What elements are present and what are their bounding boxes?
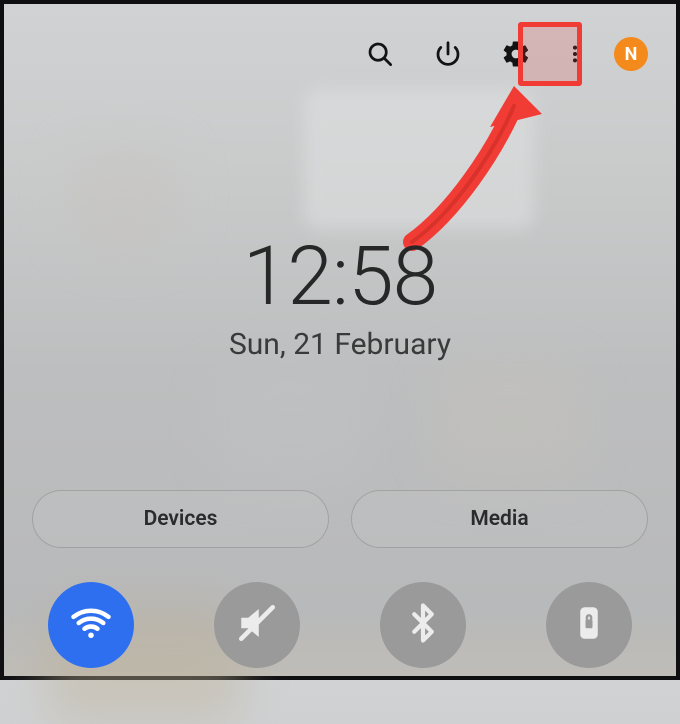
wallpaper-blur — [434, 364, 584, 484]
quick-toggle-mute[interactable] — [214, 582, 300, 668]
search-icon[interactable] — [360, 34, 400, 74]
clock-time: 12:58 — [4, 229, 676, 325]
wallpaper-blur — [214, 364, 364, 484]
devices-chip[interactable]: Devices — [32, 490, 329, 548]
clock-date: Sun, 21 February — [4, 327, 676, 362]
quick-toggle-bluetooth[interactable] — [380, 582, 466, 668]
rotation-lock-icon — [568, 602, 610, 648]
quick-settings-row — [48, 582, 632, 668]
quick-toggle-wifi[interactable] — [48, 582, 134, 668]
media-chip[interactable]: Media — [351, 490, 648, 548]
quick-toggle-rotation-lock[interactable] — [546, 582, 632, 668]
profile-avatar[interactable]: N — [614, 37, 648, 71]
wallpaper-blur — [304, 89, 534, 229]
more-menu-icon[interactable] — [564, 34, 586, 74]
clock-widget: 12:58 Sun, 21 February — [4, 229, 676, 362]
bluetooth-icon — [402, 602, 444, 648]
power-icon[interactable] — [428, 34, 468, 74]
mute-icon — [236, 602, 278, 648]
settings-gear-icon[interactable] — [496, 34, 536, 74]
top-toolbar: N — [360, 34, 648, 74]
output-chips-row: Devices Media — [32, 490, 648, 548]
wifi-icon — [70, 602, 112, 648]
